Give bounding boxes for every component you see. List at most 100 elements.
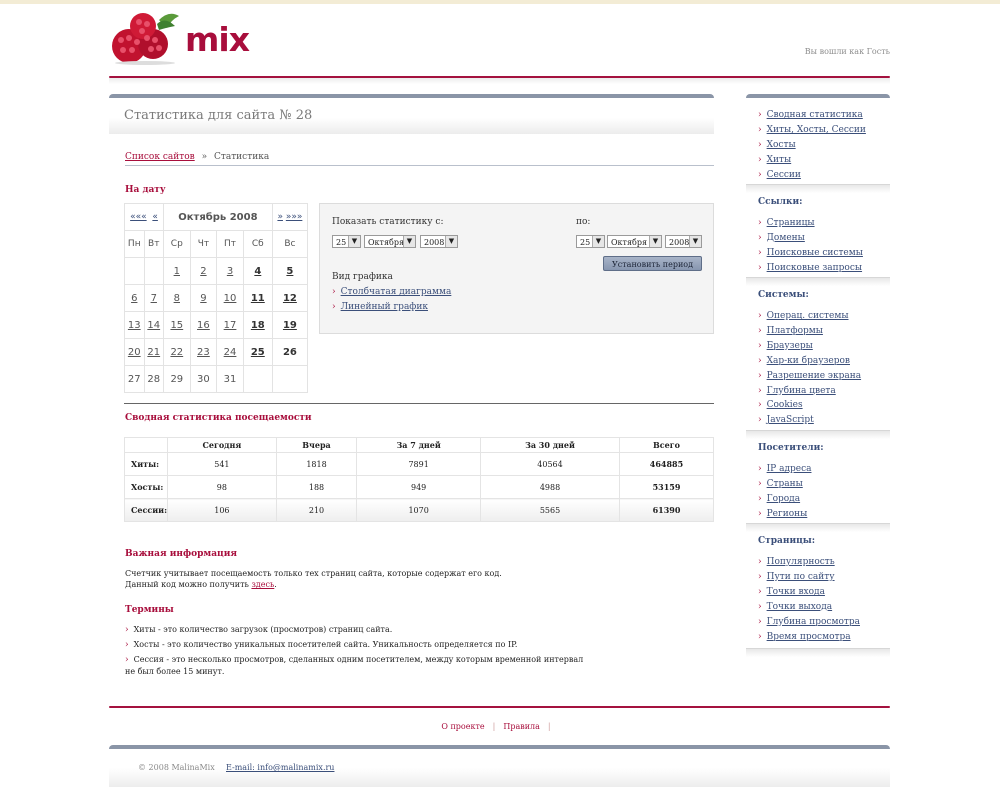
calendar-day-link[interactable]: 23 [197, 347, 210, 358]
calendar-day-link[interactable]: 5 [286, 266, 293, 277]
sidebar-link[interactable]: Хар-ки браузеров [767, 356, 850, 366]
calendar-day[interactable]: 21 [143, 338, 164, 366]
calendar-day-link[interactable]: 6 [131, 293, 137, 304]
calendar-day[interactable]: 18 [242, 311, 273, 339]
set-period-button[interactable]: Установить период [603, 256, 702, 271]
calendar-day-link[interactable]: 21 [147, 347, 160, 358]
calendar-next-month-link[interactable]: » [277, 212, 283, 222]
calendar-day-link[interactable]: 4 [254, 266, 261, 277]
footer-link-rules[interactable]: Правила [503, 722, 540, 731]
sidebar-link[interactable]: Точки входа [767, 587, 825, 597]
sidebar-link[interactable]: Глубина цвета [767, 386, 836, 396]
calendar-day-link[interactable]: 17 [224, 320, 237, 331]
calendar-day[interactable]: 23 [189, 338, 218, 366]
logo[interactable]: mix [107, 8, 257, 66]
footer-link-about[interactable]: О проекте [441, 722, 484, 731]
calendar-prev-year-link[interactable]: ««« [130, 212, 147, 222]
calendar-day-link[interactable]: 10 [224, 293, 237, 304]
calendar-day[interactable]: 1 [163, 257, 191, 285]
to-day-select[interactable]: 25 ▼ [576, 235, 605, 248]
to-year-select[interactable]: 2008 ▼ [665, 235, 702, 248]
sidebar-link[interactable]: Время просмотра [767, 632, 851, 642]
calendar-day[interactable]: 17 [216, 311, 244, 339]
sidebar-link[interactable]: Города [767, 494, 800, 504]
sidebar-link[interactable]: Регионы [767, 509, 808, 519]
sidebar-link[interactable]: Точки выхода [767, 602, 833, 612]
calendar-day-link[interactable]: 11 [251, 293, 265, 304]
calendar-day[interactable]: 25 [242, 338, 273, 366]
sidebar-link[interactable]: Операц. системы [767, 311, 849, 321]
bar-chart-link[interactable]: Столбчатая диаграмма [341, 287, 452, 297]
sidebar-link[interactable]: IP адреса [767, 464, 812, 474]
sidebar-link[interactable]: Сводная статистика [767, 110, 863, 120]
email-link[interactable]: E-mail: info@malinamix.ru [226, 763, 334, 772]
sidebar-link[interactable]: JavaScript [767, 415, 814, 425]
calendar-day[interactable]: 10 [216, 284, 244, 312]
calendar-day-link[interactable]: 24 [224, 347, 237, 358]
calendar-day[interactable]: 3 [216, 257, 244, 285]
sidebar-link[interactable]: Cookies [767, 400, 803, 410]
calendar-next-year-link[interactable]: »»» [286, 212, 303, 222]
to-month-select[interactable]: Октября ▼ [607, 235, 662, 248]
calendar-day-link[interactable]: 22 [170, 347, 183, 358]
chevron-right-icon: › [758, 355, 762, 366]
sidebar-link[interactable]: Хосты [767, 140, 796, 150]
calendar-prev-month-link[interactable]: « [152, 212, 158, 222]
calendar-day[interactable]: 16 [189, 311, 218, 339]
sidebar-link[interactable]: Глубина просмотра [767, 617, 860, 627]
calendar-day[interactable]: 15 [163, 311, 191, 339]
calendar-day-link[interactable]: 18 [251, 320, 265, 331]
calendar-day: 26 [271, 338, 309, 366]
calendar-day-link[interactable]: 13 [128, 320, 141, 331]
calendar-day-link[interactable]: 2 [200, 266, 206, 277]
calendar-day[interactable]: 13 [124, 311, 145, 339]
calendar-day-link[interactable]: 1 [174, 266, 180, 277]
sidebar-link[interactable]: Домены [767, 233, 805, 243]
calendar-day[interactable]: 22 [163, 338, 191, 366]
breadcrumb-link-sites[interactable]: Список сайтов [125, 152, 195, 162]
from-month-select[interactable]: Октября ▼ [364, 235, 416, 248]
calendar-day-link[interactable]: 19 [283, 320, 297, 331]
sidebar-link[interactable]: Популярность [767, 557, 835, 567]
calendar-day-link[interactable]: 20 [128, 347, 141, 358]
calendar-day[interactable]: 24 [216, 338, 244, 366]
calendar-day-link[interactable]: 8 [174, 293, 180, 304]
calendar-day-link[interactable]: 3 [227, 266, 233, 277]
calendar-day[interactable]: 8 [163, 284, 191, 312]
sidebar-link[interactable]: Хиты, Хосты, Сессии [767, 125, 866, 135]
summary-column-header: Всего [618, 437, 715, 453]
sidebar-link[interactable]: Страны [767, 479, 803, 489]
get-code-link[interactable]: здесь [251, 580, 274, 589]
sidebar-link[interactable]: Пути по сайту [767, 572, 835, 582]
chevron-right-icon: › [758, 247, 762, 258]
calendar-day[interactable]: 6 [124, 284, 145, 312]
sidebar-link[interactable]: Поисковые запросы [767, 263, 862, 273]
sidebar-link[interactable]: Хиты [767, 155, 792, 165]
calendar-day[interactable]: 2 [189, 257, 218, 285]
calendar-day-link[interactable]: 16 [197, 320, 210, 331]
calendar-day-link[interactable]: 14 [147, 320, 160, 331]
sidebar-link[interactable]: Поисковые системы [767, 248, 863, 258]
calendar-day[interactable]: 12 [271, 284, 309, 312]
from-day-select[interactable]: 25 ▼ [332, 235, 361, 248]
from-year-select[interactable]: 2008 ▼ [420, 235, 458, 248]
calendar-day-link[interactable]: 7 [151, 293, 157, 304]
calendar-day-link[interactable]: 25 [251, 347, 265, 358]
line-chart-link[interactable]: Линейный график [341, 302, 428, 312]
sidebar-link[interactable]: Браузеры [767, 341, 813, 351]
sidebar-link[interactable]: Сессии [767, 170, 801, 180]
calendar-day[interactable]: 20 [124, 338, 145, 366]
calendar-day[interactable]: 4 [242, 257, 273, 285]
calendar-day[interactable]: 7 [143, 284, 164, 312]
sidebar-link[interactable]: Разрешение экрана [767, 371, 861, 381]
sidebar-link[interactable]: Платформы [767, 326, 823, 336]
calendar-day[interactable]: 9 [189, 284, 218, 312]
calendar-day-link[interactable]: 12 [283, 293, 297, 304]
calendar-day-link[interactable]: 15 [170, 320, 183, 331]
calendar-day[interactable]: 19 [271, 311, 309, 339]
calendar-day[interactable]: 5 [271, 257, 309, 285]
calendar-day-link[interactable]: 9 [200, 293, 206, 304]
sidebar-link[interactable]: Страницы [767, 218, 815, 228]
calendar-day[interactable]: 14 [143, 311, 164, 339]
calendar-day[interactable]: 11 [242, 284, 273, 312]
